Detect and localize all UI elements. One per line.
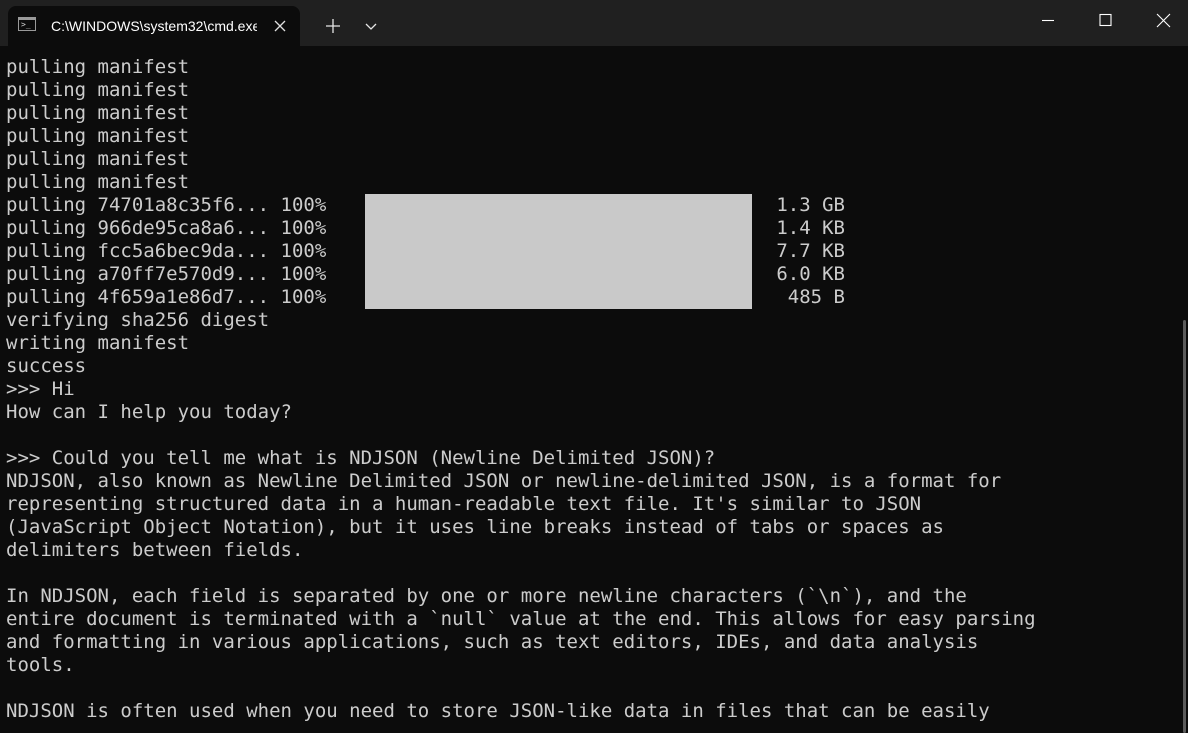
- terminal-output[interactable]: pulling manifest pulling manifest pulling …: [0, 46, 1180, 733]
- scrollbar-thumb[interactable]: [1183, 320, 1186, 733]
- download-size: 485 B: [787, 286, 845, 308]
- terminal-line: entire document is terminated with a `nu…: [6, 608, 1036, 630]
- new-tab-button[interactable]: [318, 13, 348, 39]
- terminal-line: >>> Hi: [6, 378, 75, 400]
- terminal-line: representing structured data in a human-…: [6, 493, 922, 515]
- terminal-line: tools.: [6, 654, 75, 676]
- terminal-line: pulling manifest: [6, 79, 190, 101]
- terminal-line: and formatting in various applications, …: [6, 631, 979, 653]
- terminal-line: pulling fcc5a6bec9da... 100%: [6, 240, 327, 262]
- download-size: 1.3 GB: [776, 194, 845, 216]
- terminal-line: pulling manifest: [6, 56, 190, 78]
- terminal-icon: >_: [18, 17, 36, 31]
- download-size: 6.0 KB: [776, 263, 845, 285]
- scrollbar[interactable]: [1180, 46, 1188, 733]
- terminal-line: In NDJSON, each field is separated by on…: [6, 585, 967, 607]
- terminal-line: pulling manifest: [6, 148, 190, 170]
- terminal-line: How can I help you today?: [6, 401, 292, 423]
- terminal-line: pulling manifest: [6, 102, 190, 124]
- tab-title: C:\WINDOWS\system32\cmd.exe: [51, 18, 257, 34]
- terminal-line: pulling 966de95ca8a6... 100%: [6, 217, 327, 239]
- tab-dropdown-button[interactable]: [356, 13, 386, 39]
- terminal-line: >>> Could you tell me what is NDJSON (Ne…: [6, 447, 716, 469]
- terminal-line: delimiters between fields.: [6, 539, 304, 561]
- terminal-line: NDJSON, also known as Newline Delimited …: [6, 470, 1002, 492]
- terminal-line: success: [6, 355, 87, 377]
- download-size: 7.7 KB: [776, 240, 845, 262]
- terminal-line: pulling manifest: [6, 125, 190, 147]
- maximize-button[interactable]: [1077, 0, 1135, 42]
- terminal-line: pulling 4f659a1e86d7... 100%: [6, 286, 327, 308]
- terminal-line: writing manifest: [6, 332, 190, 354]
- close-window-button[interactable]: [1135, 0, 1188, 42]
- download-progress-bars: [365, 194, 752, 309]
- terminal-line: verifying sha256 digest: [6, 309, 270, 331]
- active-tab[interactable]: >_ C:\WINDOWS\system32\cmd.exe: [8, 6, 300, 46]
- terminal-line: pulling a70ff7e570d9... 100%: [6, 263, 327, 285]
- terminal-line: pulling 74701a8c35f6... 100%: [6, 194, 327, 216]
- title-bar: >_ C:\WINDOWS\system32\cmd.exe: [0, 0, 1188, 46]
- terminal-line: pulling manifest: [6, 171, 190, 193]
- download-size: 1.4 KB: [776, 217, 845, 239]
- minimize-button[interactable]: [1019, 0, 1077, 42]
- tab-close-icon[interactable]: [270, 16, 290, 36]
- terminal-line: (JavaScript Object Notation), but it use…: [6, 516, 944, 538]
- terminal-line: NDJSON is often used when you need to st…: [6, 700, 990, 722]
